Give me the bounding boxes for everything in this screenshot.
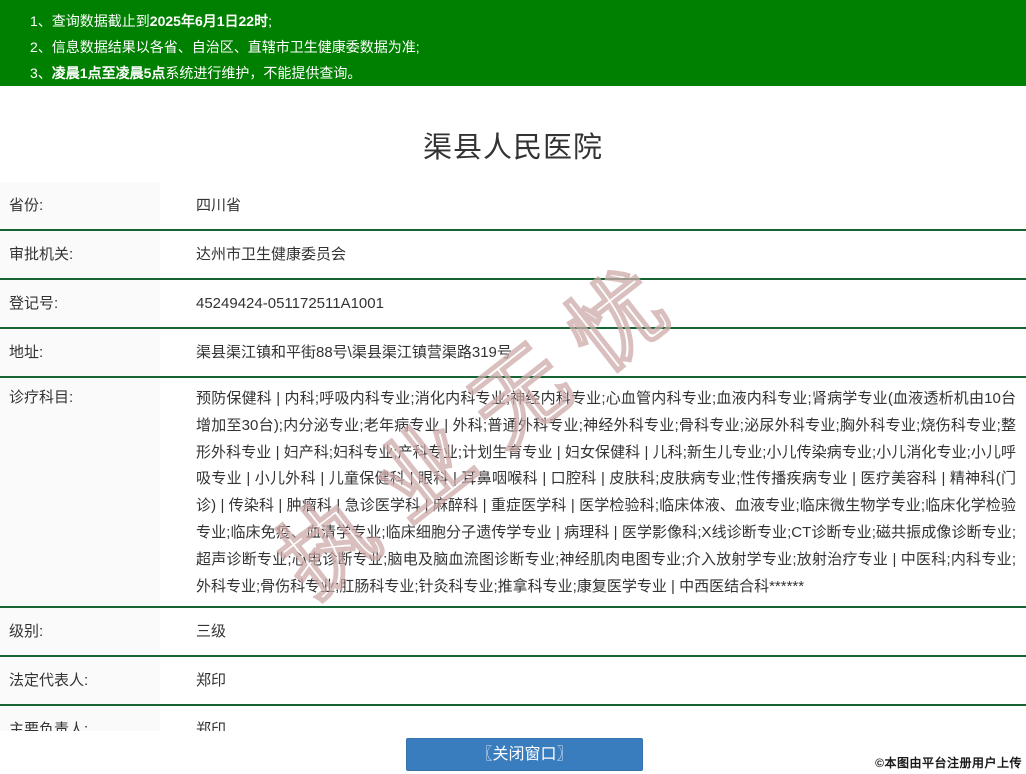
notice-text: 系统进行维护，不能提供查询。 xyxy=(165,65,362,81)
row-value: 渠县渠江镇和平街88号\渠县渠江镇营渠路319号 xyxy=(160,329,1026,376)
row-value: 预防保健科 | 内科;呼吸内科专业;消化内科专业;神经内科专业;心血管内科专业;… xyxy=(160,378,1026,607)
notice-text: 3、 xyxy=(30,65,52,81)
row-label: 地址: xyxy=(0,329,160,376)
row-value: 达州市卫生健康委员会 xyxy=(160,231,1026,278)
table-row-address: 地址: 渠县渠江镇和平街88号\渠县渠江镇营渠路319号 xyxy=(0,329,1026,378)
row-value: 郑印 xyxy=(160,657,1026,705)
row-label: 级别: xyxy=(0,608,160,656)
table-row-level: 级别: 三级 xyxy=(0,608,1026,658)
notice-line-2: 2、信息数据结果以各省、自治区、直辖市卫生健康委数据为准; xyxy=(30,34,1006,60)
notice-text: ; xyxy=(268,13,272,29)
row-label: 审批机关: xyxy=(0,231,160,278)
table-row-registration-number: 登记号: 45249424-051172511A1001 xyxy=(0,280,1026,329)
notice-text: 2、信息数据结果以各省、自治区、直辖市卫生健康委数据为准; xyxy=(30,39,420,55)
table-row-medical-departments: 诊疗科目: 预防保健科 | 内科;呼吸内科专业;消化内科专业;神经内科专业;心血… xyxy=(0,378,1026,609)
row-label: 省份: xyxy=(0,182,160,229)
hospital-info-table: 省份: 四川省 审批机关: 达州市卫生健康委员会 登记号: 45249424-0… xyxy=(0,182,1026,756)
footer-bar: 〖关闭窗口〗 ©本图由平台注册用户上传 xyxy=(0,731,1026,774)
notice-line-1: 1、查询数据截止到2025年6月1日22时; xyxy=(30,8,1006,34)
table-row-legal-representative: 法定代表人: 郑印 xyxy=(0,657,1026,707)
notice-line-3: 3、凌晨1点至凌晨5点系统进行维护，不能提供查询。 xyxy=(30,60,1006,86)
table-row-approval-authority: 审批机关: 达州市卫生健康委员会 xyxy=(0,231,1026,280)
notice-banner: 1、查询数据截止到2025年6月1日22时; 2、信息数据结果以各省、自治区、直… xyxy=(0,0,1026,86)
notice-bold-text: 2025年6月1日22时 xyxy=(149,13,269,29)
row-value: 四川省 xyxy=(160,182,1026,229)
table-row-province: 省份: 四川省 xyxy=(0,182,1026,231)
row-label: 登记号: xyxy=(0,280,160,327)
row-label: 诊疗科目: xyxy=(0,378,160,607)
notice-text: 1、查询数据截止到 xyxy=(30,13,150,29)
notice-bold-text: 凌晨1点至凌晨5点 xyxy=(51,65,166,81)
upload-credit-text: ©本图由平台注册用户上传 xyxy=(875,756,1022,770)
row-label: 法定代表人: xyxy=(0,657,160,705)
close-window-button[interactable]: 〖关闭窗口〗 xyxy=(406,738,643,771)
row-value: 三级 xyxy=(160,608,1026,656)
row-value: 45249424-051172511A1001 xyxy=(160,280,1026,327)
page-title: 渠县人民医院 xyxy=(422,132,603,164)
query-result-page: 1、查询数据截止到2025年6月1日22时; 2、信息数据结果以各省、自治区、直… xyxy=(0,0,1026,774)
